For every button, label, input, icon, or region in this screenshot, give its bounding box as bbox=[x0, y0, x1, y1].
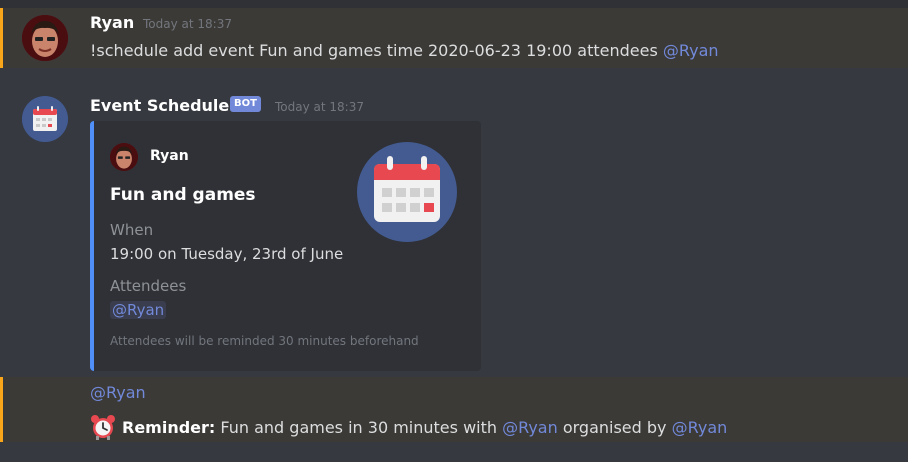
when-value: 19:00 on Tuesday, 23rd of June bbox=[110, 245, 344, 263]
user-avatar-icon bbox=[110, 143, 138, 171]
user-mention[interactable]: @Ryan bbox=[672, 418, 728, 437]
bot-author[interactable]: Event Scheduler bbox=[90, 96, 237, 115]
bot-avatar[interactable] bbox=[22, 96, 68, 142]
embed-thumbnail bbox=[357, 142, 457, 242]
embed-author-avatar bbox=[110, 143, 138, 171]
attendees-label: Attendees bbox=[110, 277, 187, 295]
reminder-label: Reminder: bbox=[122, 417, 216, 437]
top-strip bbox=[0, 0, 908, 8]
message-timestamp: Today at 18:37 bbox=[275, 100, 364, 114]
embed-footer: Attendees will be reminded 30 minutes be… bbox=[110, 334, 419, 348]
reminder-text: Fun and games in 30 minutes with bbox=[215, 417, 503, 437]
bot-tag: BOT bbox=[230, 96, 261, 112]
message-text: !schedule add event Fun and games time 2… bbox=[90, 41, 663, 60]
embed-title: Fun and games bbox=[110, 185, 256, 205]
reminder-message: Reminder: Fun and games in 30 minutes wi… bbox=[90, 414, 727, 440]
reminder-text: organised by bbox=[557, 417, 672, 437]
message-author[interactable]: Ryan bbox=[90, 13, 134, 32]
user-mention[interactable]: @Ryan bbox=[502, 418, 558, 437]
message-content: !schedule add event Fun and games time 2… bbox=[90, 41, 719, 60]
user-mention[interactable]: @Ryan bbox=[663, 41, 719, 60]
alarm-clock-icon bbox=[91, 415, 115, 440]
user-mention[interactable]: @Ryan bbox=[90, 383, 146, 402]
calendar-icon bbox=[357, 142, 457, 242]
calendar-icon bbox=[22, 96, 68, 142]
attendees-mention[interactable]: @Ryan bbox=[110, 301, 167, 319]
when-label: When bbox=[110, 221, 154, 239]
embed-author[interactable]: Ryan bbox=[150, 148, 189, 164]
message-timestamp: Today at 18:37 bbox=[143, 17, 232, 31]
user-avatar-icon bbox=[22, 15, 68, 61]
user-avatar[interactable] bbox=[22, 15, 68, 61]
